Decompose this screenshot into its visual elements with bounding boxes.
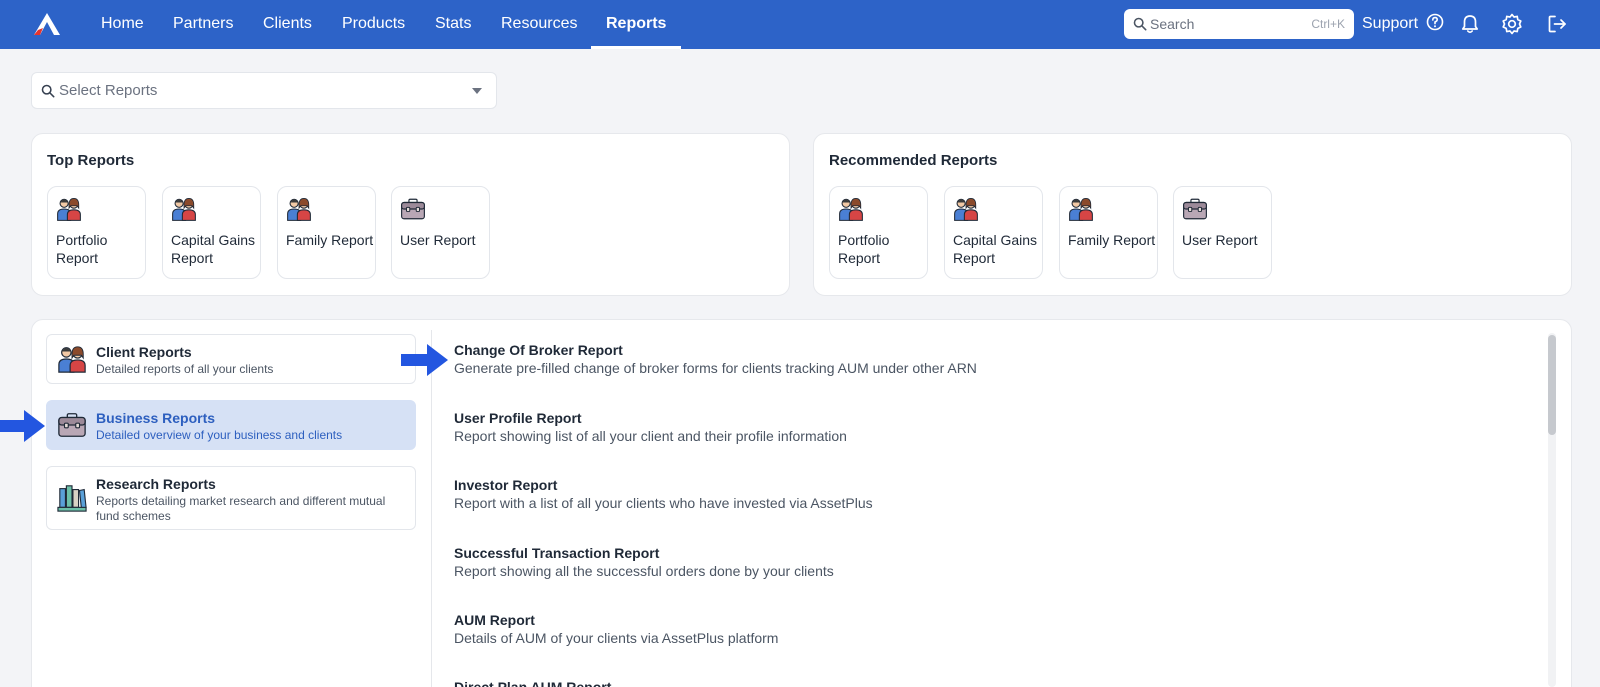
report-title: Direct Plan AUM Report bbox=[454, 679, 612, 687]
tile-label: Family Report bbox=[1068, 232, 1156, 248]
report-description: Report showing list of all your client a… bbox=[454, 428, 847, 444]
search-icon bbox=[41, 84, 55, 98]
category-client-reports[interactable]: Client Reports Detailed reports of all y… bbox=[46, 334, 416, 384]
briefcase-icon bbox=[1182, 196, 1208, 222]
briefcase-icon bbox=[57, 410, 87, 440]
top-report-tile-portfolio[interactable]: Portfolio Report bbox=[47, 186, 146, 279]
category-title: Client Reports bbox=[96, 344, 192, 360]
top-reports-title: Top Reports bbox=[47, 152, 135, 169]
nav-partners[interactable]: Partners bbox=[173, 0, 233, 49]
logout-icon[interactable] bbox=[1546, 13, 1568, 35]
recommended-reports-title: Recommended Reports bbox=[829, 152, 998, 169]
top-nav-bar: Home Partners Clients Products Stats Res… bbox=[0, 0, 1600, 49]
tile-label: Capital Gains Report bbox=[953, 232, 1038, 266]
category-business-reports[interactable]: Business Reports Detailed overview of yo… bbox=[46, 400, 416, 450]
gear-icon[interactable] bbox=[1501, 13, 1523, 35]
category-research-reports[interactable]: Research Reports Reports detailing marke… bbox=[46, 466, 416, 530]
tile-label: Capital Gains Report bbox=[171, 232, 256, 266]
recommended-report-tile-family[interactable]: Family Report bbox=[1059, 186, 1158, 279]
tile-label: User Report bbox=[400, 232, 476, 248]
pointer-arrow-icon bbox=[0, 410, 45, 442]
family-icon bbox=[1068, 196, 1094, 222]
nav-stats[interactable]: Stats bbox=[435, 0, 471, 49]
recommended-report-tile-portfolio[interactable]: Portfolio Report bbox=[829, 186, 928, 279]
report-description: Generate pre-filled change of broker for… bbox=[454, 360, 977, 376]
family-icon bbox=[56, 196, 82, 222]
search-icon bbox=[1133, 17, 1147, 31]
nav-resources[interactable]: Resources bbox=[501, 0, 577, 49]
report-item-investor[interactable]: Investor Report Report with a list of al… bbox=[454, 476, 873, 512]
category-description: Reports detailing market research and di… bbox=[96, 494, 386, 523]
report-item-successful-transaction[interactable]: Successful Transaction Report Report sho… bbox=[454, 544, 834, 580]
support-label: Support bbox=[1362, 15, 1419, 32]
report-title: User Profile Report bbox=[454, 410, 582, 426]
panel-divider bbox=[431, 330, 432, 687]
top-report-tile-family[interactable]: Family Report bbox=[277, 186, 376, 279]
family-icon bbox=[57, 344, 87, 374]
top-report-tile-capital-gains[interactable]: Capital Gains Report bbox=[162, 186, 261, 279]
tile-label: Family Report bbox=[286, 232, 374, 248]
report-title: AUM Report bbox=[454, 612, 535, 628]
nav-home[interactable]: Home bbox=[101, 0, 144, 49]
category-description: Detailed overview of your business and c… bbox=[96, 428, 343, 442]
nav-reports[interactable]: Reports bbox=[591, 0, 682, 49]
recommended-reports-card: Recommended Reports Portfolio Report Cap… bbox=[813, 133, 1572, 296]
report-item-direct-plan-aum[interactable]: Direct Plan AUM Report bbox=[454, 678, 611, 687]
nav-clients[interactable]: Clients bbox=[263, 0, 312, 49]
support-link[interactable]: Support bbox=[1362, 0, 1444, 49]
family-icon bbox=[171, 196, 197, 222]
family-icon bbox=[838, 196, 864, 222]
report-item-change-of-broker[interactable]: Change Of Broker Report Generate pre-fil… bbox=[454, 341, 977, 377]
recommended-report-tile-user[interactable]: User Report bbox=[1173, 186, 1272, 279]
report-title: Successful Transaction Report bbox=[454, 545, 660, 561]
select-reports-placeholder: Select Reports bbox=[59, 82, 158, 99]
category-description: Detailed reports of all your clients bbox=[96, 362, 274, 376]
select-reports-dropdown[interactable]: Select Reports bbox=[31, 72, 497, 109]
help-circle-icon bbox=[1426, 13, 1443, 31]
report-item-user-profile[interactable]: User Profile Report Report showing list … bbox=[454, 409, 847, 445]
global-search[interactable]: Ctrl+K bbox=[1124, 9, 1354, 39]
report-item-aum[interactable]: AUM Report Details of AUM of your client… bbox=[454, 611, 778, 647]
report-description: Report showing all the successful orders… bbox=[454, 563, 834, 579]
top-reports-card: Top Reports Portfolio Report Capital Gai… bbox=[31, 133, 790, 296]
books-icon bbox=[57, 483, 87, 513]
recommended-report-tile-capital-gains[interactable]: Capital Gains Report bbox=[944, 186, 1043, 279]
report-title: Investor Report bbox=[454, 477, 558, 493]
tile-label: Portfolio Report bbox=[56, 232, 108, 266]
tile-label: Portfolio Report bbox=[838, 232, 890, 266]
search-shortcut-hint: Ctrl+K bbox=[1311, 17, 1345, 31]
tile-label: User Report bbox=[1182, 232, 1258, 248]
category-title: Business Reports bbox=[96, 410, 216, 426]
category-title: Research Reports bbox=[96, 476, 216, 492]
search-input[interactable] bbox=[1150, 9, 1300, 39]
nav-products[interactable]: Products bbox=[342, 0, 405, 49]
family-icon bbox=[953, 196, 979, 222]
report-description: Report with a list of all your clients w… bbox=[454, 495, 873, 511]
top-report-tile-user[interactable]: User Report bbox=[391, 186, 490, 279]
scrollbar-thumb[interactable] bbox=[1548, 335, 1556, 435]
report-title: Change Of Broker Report bbox=[454, 342, 623, 358]
briefcase-icon bbox=[400, 196, 426, 222]
bell-icon[interactable] bbox=[1459, 13, 1481, 35]
chevron-down-icon bbox=[472, 88, 482, 94]
report-description: Details of AUM of your clients via Asset… bbox=[454, 630, 779, 646]
pointer-arrow-icon bbox=[401, 344, 448, 376]
assetplus-logo[interactable] bbox=[32, 12, 62, 36]
family-icon bbox=[286, 196, 312, 222]
